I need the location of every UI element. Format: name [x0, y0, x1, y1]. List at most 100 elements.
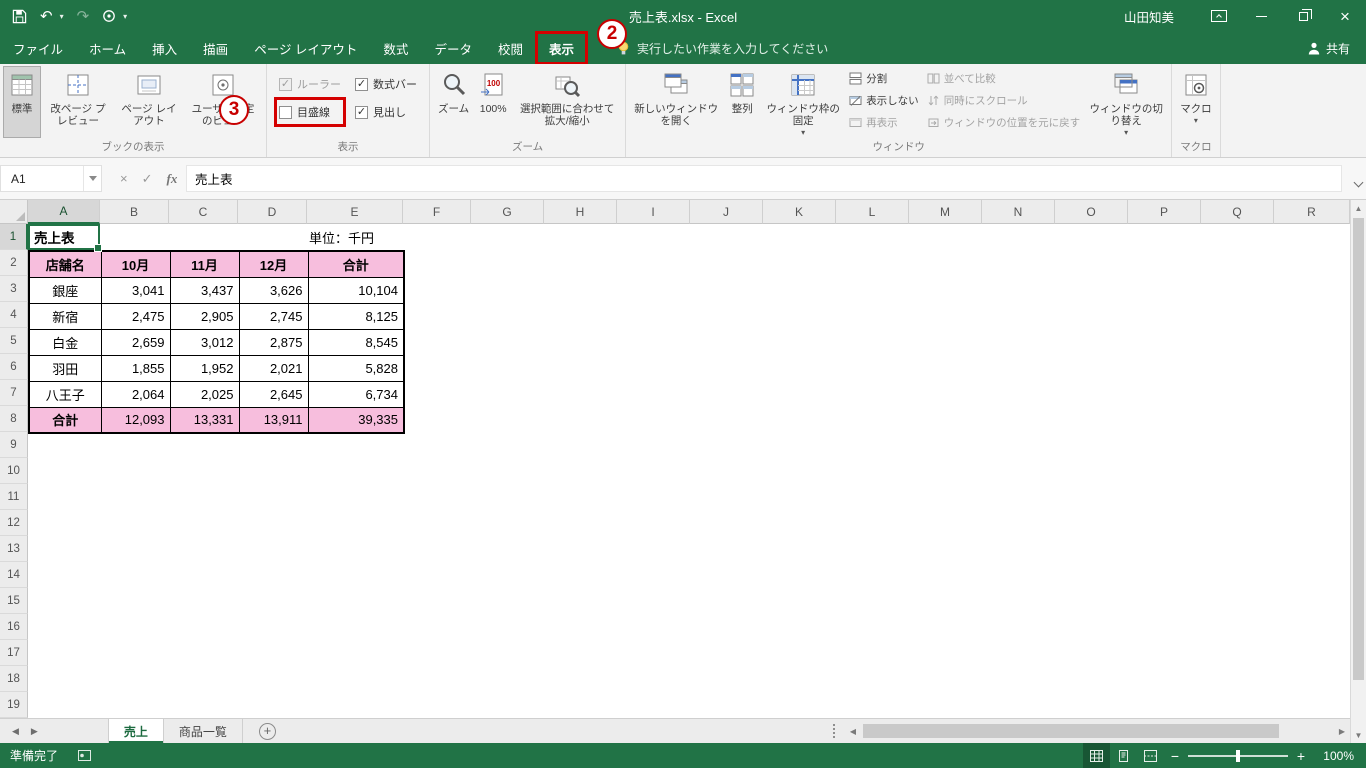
value-cell[interactable]: 8,545	[307, 328, 405, 356]
undo-dropdown-icon[interactable]: ▾	[60, 12, 64, 21]
value-cell[interactable]: 5,828	[307, 354, 405, 382]
row-header-2[interactable]: 2	[0, 250, 28, 276]
value-cell[interactable]: 1,855	[100, 354, 171, 382]
zoom-to-selection-button[interactable]: 選択範囲に合わせて拡大/縮小	[512, 66, 622, 138]
store-name-cell[interactable]: 新宿	[28, 302, 102, 330]
normal-view-button[interactable]: 標準	[3, 66, 41, 138]
total-value-cell[interactable]: 13,331	[169, 406, 240, 434]
name-box[interactable]: A1	[0, 165, 102, 192]
value-cell[interactable]: 2,025	[169, 380, 240, 408]
zoom-100-button[interactable]: 100 100%	[474, 66, 512, 138]
column-header-F[interactable]: F	[403, 200, 471, 224]
page-break-status-button[interactable]	[1137, 743, 1164, 768]
row-header-5[interactable]: 5	[0, 328, 28, 354]
row-header-16[interactable]: 16	[0, 614, 28, 640]
row-header-18[interactable]: 18	[0, 666, 28, 692]
total-value-cell[interactable]: 13,911	[238, 406, 309, 434]
value-cell[interactable]: 1,952	[169, 354, 240, 382]
column-header-A[interactable]: A	[28, 200, 100, 224]
ribbon-tab-ホーム[interactable]: ホーム	[76, 32, 139, 64]
arrange-all-button[interactable]: 整列	[723, 66, 761, 138]
store-name-cell[interactable]: 銀座	[28, 276, 102, 304]
cell-A1-selected[interactable]: 売上表	[28, 224, 102, 252]
user-name[interactable]: 山田知美	[1124, 7, 1174, 26]
page-layout-status-button[interactable]	[1110, 743, 1137, 768]
store-name-cell[interactable]: 白金	[28, 328, 102, 356]
page-layout-view-button[interactable]: ページ レイアウト	[115, 66, 183, 138]
select-all-corner[interactable]	[0, 200, 28, 224]
value-cell[interactable]: 2,475	[100, 302, 171, 330]
ribbon-tab-ファイル[interactable]: ファイル	[0, 32, 76, 64]
table-header-cell[interactable]: 合計	[307, 250, 405, 278]
column-header-E[interactable]: E	[307, 200, 403, 224]
value-cell[interactable]: 2,745	[238, 302, 309, 330]
ribbon-tab-校閲[interactable]: 校閲	[485, 32, 536, 64]
value-cell[interactable]: 2,021	[238, 354, 309, 382]
close-button[interactable]: ×	[1324, 0, 1366, 32]
column-header-D[interactable]: D	[238, 200, 307, 224]
column-header-B[interactable]: B	[100, 200, 169, 224]
sheet-nav-right-icon[interactable]: ▶	[31, 726, 38, 737]
row-header-6[interactable]: 6	[0, 354, 28, 380]
sheet-canvas[interactable]: 単位：千円 店舗名 10月 11月 12月 合計 銀座 3,041 3,437 3,626 10,…	[28, 224, 1350, 718]
store-name-cell[interactable]: 羽田	[28, 354, 102, 382]
normal-view-status-button[interactable]	[1083, 743, 1110, 768]
macro-record-icon[interactable]	[78, 750, 92, 761]
share-button[interactable]: 共有	[1308, 32, 1366, 64]
tab-scrollbar-splitter[interactable]	[833, 719, 845, 743]
total-label-cell[interactable]: 合計	[28, 406, 102, 434]
vertical-scrollbar-thumb[interactable]	[1353, 218, 1364, 680]
table-header-cell[interactable]: 12月	[238, 250, 309, 278]
value-cell[interactable]: 3,437	[169, 276, 240, 304]
row-header-9[interactable]: 9	[0, 432, 28, 458]
ribbon-tab-挿入[interactable]: 挿入	[139, 32, 190, 64]
row-header-13[interactable]: 13	[0, 536, 28, 562]
total-value-cell[interactable]: 12,093	[100, 406, 171, 434]
hide-window-button[interactable]: 表示しない	[849, 91, 919, 109]
value-cell[interactable]: 2,905	[169, 302, 240, 330]
row-header-15[interactable]: 15	[0, 588, 28, 614]
value-cell[interactable]: 3,012	[169, 328, 240, 356]
row-header-12[interactable]: 12	[0, 510, 28, 536]
ribbon-tab-数式[interactable]: 数式	[370, 32, 421, 64]
column-header-I[interactable]: I	[617, 200, 690, 224]
zoom-slider[interactable]	[1188, 749, 1288, 762]
store-name-cell[interactable]: 八王子	[28, 380, 102, 408]
zoom-level[interactable]: 100%	[1312, 749, 1354, 763]
name-box-dropdown-icon[interactable]	[83, 166, 101, 191]
zoom-out-button[interactable]: −	[1164, 748, 1186, 764]
minimize-button[interactable]	[1240, 0, 1282, 32]
new-sheet-button[interactable]: +	[258, 722, 276, 740]
value-cell[interactable]: 2,659	[100, 328, 171, 356]
undo-icon[interactable]: ↶	[40, 9, 53, 24]
column-header-P[interactable]: P	[1128, 200, 1201, 224]
table-header-cell[interactable]: 11月	[169, 250, 240, 278]
horizontal-scrollbar-thumb[interactable]	[863, 724, 1280, 738]
ribbon-display-options-icon[interactable]	[1198, 0, 1240, 32]
scroll-up-icon[interactable]: ▲	[1351, 200, 1366, 216]
macros-button[interactable]: マクロ ▾	[1175, 66, 1217, 138]
scroll-down-icon[interactable]: ▼	[1351, 727, 1366, 743]
table-header-cell[interactable]: 店舗名	[28, 250, 102, 278]
row-header-10[interactable]: 10	[0, 458, 28, 484]
page-break-preview-button[interactable]: 改ページ プレビュー	[41, 66, 115, 138]
touch-mode-icon[interactable]	[102, 9, 116, 23]
horizontal-scrollbar-track[interactable]	[861, 719, 1334, 743]
value-cell[interactable]: 3,626	[238, 276, 309, 304]
value-cell[interactable]: 10,104	[307, 276, 405, 304]
row-header-14[interactable]: 14	[0, 562, 28, 588]
horizontal-scrollbar[interactable]: ◀ ▶	[845, 719, 1350, 743]
ribbon-tab-表示[interactable]: 表示 2	[534, 19, 627, 65]
row-header-11[interactable]: 11	[0, 484, 28, 510]
checkbox-目盛線[interactable]: 目盛線 3	[219, 95, 346, 127]
row-header-4[interactable]: 4	[0, 302, 28, 328]
formula-bar-expand-icon[interactable]	[1353, 173, 1364, 191]
checkbox-数式バー[interactable]: ✓ 数式バー	[355, 74, 417, 94]
ribbon-tab-データ[interactable]: データ	[421, 32, 485, 64]
sheet-tab-商品一覧[interactable]: 商品一覧	[164, 719, 243, 743]
value-cell[interactable]: 3,041	[100, 276, 171, 304]
vertical-scrollbar[interactable]: ▲ ▼	[1350, 200, 1366, 743]
ribbon-tab-描画[interactable]: 描画	[190, 32, 241, 64]
sheet-tab-売上[interactable]: 売上	[107, 719, 164, 743]
ribbon-tab-ページ レイアウト[interactable]: ページ レイアウト	[241, 32, 370, 64]
